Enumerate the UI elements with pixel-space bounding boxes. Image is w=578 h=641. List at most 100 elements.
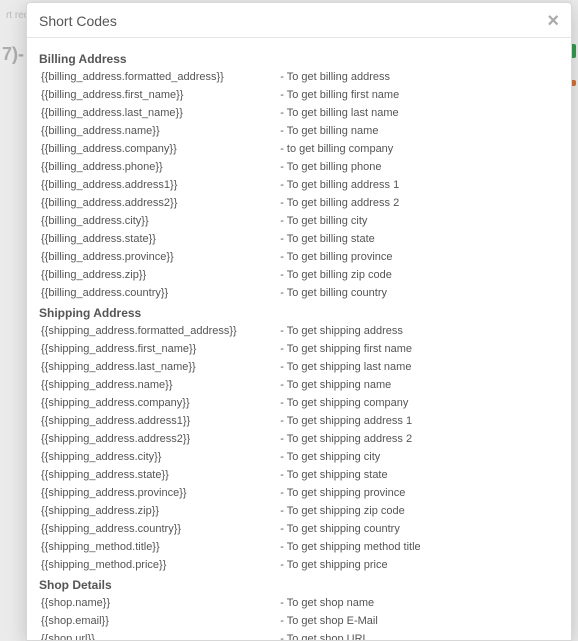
code-cell: {{billing_address.phone}} bbox=[39, 158, 278, 176]
table-row: {{shop.email}}- To get shop E-Mail bbox=[39, 612, 559, 630]
desc-cell: - To get shipping zip code bbox=[278, 502, 559, 520]
desc-cell: - To get billing address bbox=[278, 68, 559, 86]
desc-cell: - To get shipping name bbox=[278, 376, 559, 394]
desc-cell: - To get billing address 1 bbox=[278, 176, 559, 194]
code-cell: {{shipping_address.city}} bbox=[39, 448, 278, 466]
close-icon[interactable]: × bbox=[547, 14, 559, 28]
desc-cell: - To get billing name bbox=[278, 122, 559, 140]
code-cell: {{shipping_method.price}} bbox=[39, 556, 278, 574]
code-cell: {{billing_address.formatted_address}} bbox=[39, 68, 278, 86]
desc-cell: - To get shop URL bbox=[278, 630, 559, 640]
code-cell: {{billing_address.last_name}} bbox=[39, 104, 278, 122]
table-row: {{billing_address.zip}}- To get billing … bbox=[39, 266, 559, 284]
table-row: {{shipping_address.country}}- To get shi… bbox=[39, 520, 559, 538]
code-cell: {{shipping_address.formatted_address}} bbox=[39, 322, 278, 340]
desc-cell: - To get shipping method title bbox=[278, 538, 559, 556]
desc-cell: - To get shipping address 2 bbox=[278, 430, 559, 448]
desc-cell: - To get billing province bbox=[278, 248, 559, 266]
table-row: {{shipping_address.province}}- To get sh… bbox=[39, 484, 559, 502]
code-cell: {{shipping_address.last_name}} bbox=[39, 358, 278, 376]
table-row: {{shipping_method.price}}- To get shippi… bbox=[39, 556, 559, 574]
table-row: {{billing_address.province}}- To get bil… bbox=[39, 248, 559, 266]
table-row: {{shop.name}}- To get shop name bbox=[39, 594, 559, 612]
code-cell: {{billing_address.state}} bbox=[39, 230, 278, 248]
table-row: {{shipping_address.company}}- To get shi… bbox=[39, 394, 559, 412]
codes-table-shipping: {{shipping_address.formatted_address}}- … bbox=[39, 322, 559, 574]
table-row: {{billing_address.last_name}}- To get bi… bbox=[39, 104, 559, 122]
section-heading-shop: Shop Details bbox=[39, 578, 559, 592]
desc-cell: - To get billing last name bbox=[278, 104, 559, 122]
table-row: {{billing_address.address2}}- To get bil… bbox=[39, 194, 559, 212]
desc-cell: - To get shop name bbox=[278, 594, 559, 612]
desc-cell: - to get billing company bbox=[278, 140, 559, 158]
table-row: {{shipping_address.city}}- To get shippi… bbox=[39, 448, 559, 466]
desc-cell: - To get billing zip code bbox=[278, 266, 559, 284]
desc-cell: - To get shipping first name bbox=[278, 340, 559, 358]
table-row: {{shipping_address.address1}}- To get sh… bbox=[39, 412, 559, 430]
desc-cell: - To get shipping last name bbox=[278, 358, 559, 376]
code-cell: {{shipping_method.title}} bbox=[39, 538, 278, 556]
table-row: {{shipping_address.address2}}- To get sh… bbox=[39, 430, 559, 448]
code-cell: {{shipping_address.country}} bbox=[39, 520, 278, 538]
table-row: {{billing_address.first_name}}- To get b… bbox=[39, 86, 559, 104]
table-row: {{billing_address.city}}- To get billing… bbox=[39, 212, 559, 230]
modal-body[interactable]: Billing Address {{billing_address.format… bbox=[27, 38, 571, 640]
desc-cell: - To get shipping address bbox=[278, 322, 559, 340]
desc-cell: - To get shipping price bbox=[278, 556, 559, 574]
codes-table-shop: {{shop.name}}- To get shop name {{shop.e… bbox=[39, 594, 559, 640]
code-cell: {{shipping_address.state}} bbox=[39, 466, 278, 484]
table-row: {{billing_address.state}}- To get billin… bbox=[39, 230, 559, 248]
desc-cell: - To get shipping company bbox=[278, 394, 559, 412]
code-cell: {{billing_address.company}} bbox=[39, 140, 278, 158]
code-cell: {{shipping_address.company}} bbox=[39, 394, 278, 412]
short-codes-modal: Short Codes × Billing Address {{billing_… bbox=[26, 2, 572, 641]
code-cell: {{shop.name}} bbox=[39, 594, 278, 612]
desc-cell: - To get shipping province bbox=[278, 484, 559, 502]
code-cell: {{billing_address.name}} bbox=[39, 122, 278, 140]
code-cell: {{shipping_address.address1}} bbox=[39, 412, 278, 430]
desc-cell: - To get billing state bbox=[278, 230, 559, 248]
code-cell: {{billing_address.province}} bbox=[39, 248, 278, 266]
desc-cell: - To get shop E-Mail bbox=[278, 612, 559, 630]
modal-header: Short Codes × bbox=[27, 3, 571, 38]
desc-cell: - To get billing phone bbox=[278, 158, 559, 176]
table-row: {{shipping_address.zip}}- To get shippin… bbox=[39, 502, 559, 520]
desc-cell: - To get billing city bbox=[278, 212, 559, 230]
desc-cell: - To get billing country bbox=[278, 284, 559, 302]
table-row: {{shipping_address.formatted_address}}- … bbox=[39, 322, 559, 340]
code-cell: {{billing_address.country}} bbox=[39, 284, 278, 302]
table-row: {{shop.url}}- To get shop URL bbox=[39, 630, 559, 640]
desc-cell: - To get billing address 2 bbox=[278, 194, 559, 212]
code-cell: {{shop.url}} bbox=[39, 630, 278, 640]
code-cell: {{billing_address.address1}} bbox=[39, 176, 278, 194]
desc-cell: - To get shipping state bbox=[278, 466, 559, 484]
table-row: {{billing_address.country}}- To get bill… bbox=[39, 284, 559, 302]
table-row: {{billing_address.name}}- To get billing… bbox=[39, 122, 559, 140]
code-cell: {{billing_address.address2}} bbox=[39, 194, 278, 212]
code-cell: {{shipping_address.address2}} bbox=[39, 430, 278, 448]
code-cell: {{billing_address.first_name}} bbox=[39, 86, 278, 104]
table-row: {{shipping_address.name}}- To get shippi… bbox=[39, 376, 559, 394]
desc-cell: - To get shipping city bbox=[278, 448, 559, 466]
code-cell: {{shipping_address.province}} bbox=[39, 484, 278, 502]
desc-cell: - To get billing first name bbox=[278, 86, 559, 104]
table-row: {{shipping_method.title}}- To get shippi… bbox=[39, 538, 559, 556]
codes-table-billing: {{billing_address.formatted_address}}- T… bbox=[39, 68, 559, 302]
section-heading-billing: Billing Address bbox=[39, 52, 559, 66]
table-row: {{billing_address.formatted_address}}- T… bbox=[39, 68, 559, 86]
table-row: {{shipping_address.first_name}}- To get … bbox=[39, 340, 559, 358]
table-row: {{shipping_address.state}}- To get shipp… bbox=[39, 466, 559, 484]
section-heading-shipping: Shipping Address bbox=[39, 306, 559, 320]
modal-title: Short Codes bbox=[39, 13, 117, 29]
code-cell: {{shipping_address.first_name}} bbox=[39, 340, 278, 358]
table-row: {{billing_address.address1}}- To get bil… bbox=[39, 176, 559, 194]
code-cell: {{shipping_address.name}} bbox=[39, 376, 278, 394]
table-row: {{shipping_address.last_name}}- To get s… bbox=[39, 358, 559, 376]
desc-cell: - To get shipping country bbox=[278, 520, 559, 538]
table-row: {{billing_address.company}}- to get bill… bbox=[39, 140, 559, 158]
code-cell: {{shipping_address.zip}} bbox=[39, 502, 278, 520]
code-cell: {{billing_address.city}} bbox=[39, 212, 278, 230]
desc-cell: - To get shipping address 1 bbox=[278, 412, 559, 430]
code-cell: {{billing_address.zip}} bbox=[39, 266, 278, 284]
code-cell: {{shop.email}} bbox=[39, 612, 278, 630]
